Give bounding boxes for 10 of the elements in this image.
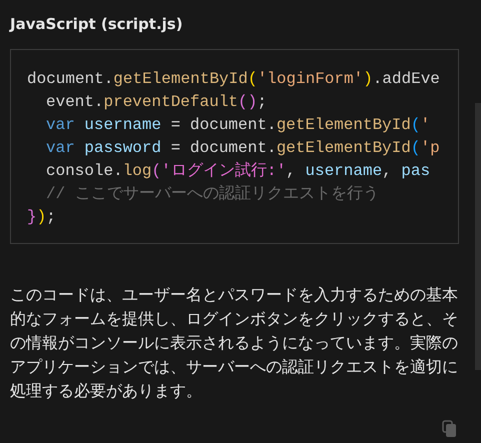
copy-icon[interactable] — [442, 420, 458, 438]
section-heading: JavaScript (script.js) — [8, 14, 183, 35]
code-line: document.getElementById('loginForm').addEve — [27, 69, 440, 90]
code-line: // ここでサーバーへの認証リクエストを行う — [45, 184, 379, 205]
code-line: console.log('ログイン試行:', username, pas — [45, 160, 430, 182]
code-line: }); — [27, 207, 56, 228]
code-line: var password = document.getElementById('p — [45, 138, 440, 159]
description-text: このコードは、ユーザー名とパスワードを入力するための基本的なフォームを提供し、ログインボタンをクリックすると、その情報がコンソールに表示されるようになっています。実際のアプリケーションでは、サーバーへの認証リクエストを適切に処理する必要があります。 — [10, 284, 458, 402]
code-line: var username = document.getElementById(' — [45, 115, 430, 136]
code-line: event.preventDefault(); — [45, 92, 267, 113]
